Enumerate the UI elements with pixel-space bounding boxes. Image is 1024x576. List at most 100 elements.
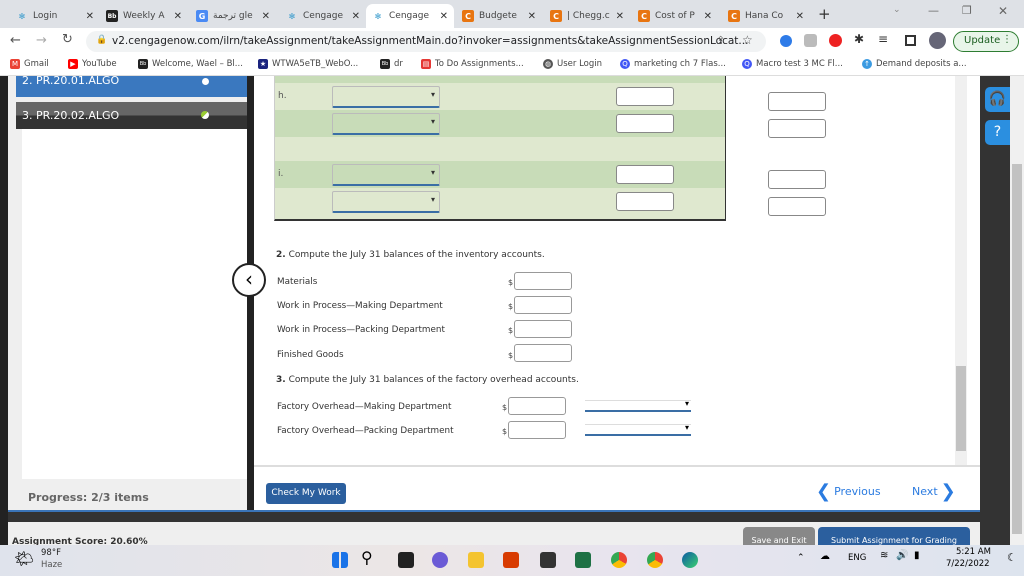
sticky-notes-icon[interactable] <box>540 552 556 568</box>
back-button[interactable]: ← <box>10 33 21 48</box>
fo-packing-balance-dropdown[interactable] <box>585 423 691 436</box>
bookmark-youtube[interactable]: ▶ YouTube <box>68 59 117 69</box>
close-window-button[interactable]: ✕ <box>998 4 1008 18</box>
help-question-icon[interactable]: ? <box>985 120 1010 145</box>
check-my-work-button[interactable]: Check My Work <box>266 483 346 504</box>
next-button[interactable]: Next ❯ <box>912 481 956 502</box>
chrome-icon[interactable] <box>611 552 627 568</box>
language-indicator[interactable]: ENG <box>848 553 866 563</box>
avatar[interactable] <box>929 32 946 49</box>
support-headset-icon[interactable]: 🎧 <box>985 87 1010 112</box>
bookmark-user-login[interactable]: ◍ User Login <box>543 59 602 69</box>
menu-dots-icon[interactable]: ⋮ <box>1002 34 1012 45</box>
wip-making-input[interactable] <box>514 296 572 314</box>
credit-input[interactable] <box>768 170 826 189</box>
close-tab-icon[interactable]: ✕ <box>528 11 536 22</box>
tab-cengage[interactable]: ✻ Cengage ✕ <box>280 4 366 28</box>
bookmark-demand[interactable]: ↑ Demand deposits a... <box>862 59 967 69</box>
forward-button[interactable]: → <box>36 33 47 48</box>
close-tab-icon[interactable]: ✕ <box>174 11 182 22</box>
close-tab-icon[interactable]: ✕ <box>616 11 624 22</box>
bookmark-gmail[interactable]: M Gmail <box>10 59 49 69</box>
extensions-puzzle-icon[interactable]: ✱ <box>854 32 864 46</box>
battery-icon[interactable]: ▮ <box>914 550 920 561</box>
tab-budgeted[interactable]: C Budgete ✕ <box>456 4 542 28</box>
credit-input[interactable] <box>768 197 826 216</box>
debit-input[interactable] <box>616 192 674 211</box>
close-tab-icon[interactable]: ✕ <box>440 11 448 22</box>
bookmark-wtwa[interactable]: ★ WTWA5eTB_WebO... <box>258 59 358 69</box>
task-view-icon[interactable] <box>398 552 414 568</box>
finished-goods-input[interactable] <box>514 344 572 362</box>
new-tab-button[interactable]: + <box>818 5 831 23</box>
close-tab-icon[interactable]: ✕ <box>352 11 360 22</box>
collapse-sidebar-button[interactable]: ‹ <box>232 263 266 297</box>
close-tab-icon[interactable]: ✕ <box>262 11 270 22</box>
share-icon[interactable]: ⇪ <box>716 34 725 47</box>
bookmark-dr[interactable]: Bb dr <box>380 59 403 69</box>
update-button[interactable]: Update ⋮ <box>953 31 1019 52</box>
file-explorer-icon[interactable] <box>468 552 484 568</box>
close-tab-icon[interactable]: ✕ <box>796 11 804 22</box>
clock-time[interactable]: 5:21 AM <box>956 547 991 557</box>
bookmark-blackboard[interactable]: Bb Welcome, Wael – Bl... <box>138 59 243 69</box>
close-tab-icon[interactable]: ✕ <box>86 11 94 22</box>
clock-date[interactable]: 7/22/2022 <box>946 559 990 569</box>
edge-icon[interactable] <box>682 552 698 568</box>
tab-translate[interactable]: G ترجمة gle ✕ <box>190 4 276 28</box>
teams-chat-icon[interactable] <box>432 552 448 568</box>
credit-input[interactable] <box>768 92 826 111</box>
show-hidden-icons[interactable]: ⌃ <box>797 553 805 563</box>
credit-input[interactable] <box>768 119 826 138</box>
extension-icon[interactable] <box>804 34 817 47</box>
restore-button[interactable]: ❐ <box>962 4 972 17</box>
bookmark-macro[interactable]: Q Macro test 3 MC Fl... <box>742 59 843 69</box>
chrome-profile-icon[interactable] <box>647 552 663 568</box>
debit-input[interactable] <box>616 165 674 184</box>
debit-input[interactable] <box>616 114 674 133</box>
account-dropdown[interactable] <box>332 113 440 135</box>
focus-assist-icon[interactable]: ☾ <box>1007 551 1017 564</box>
submit-assignment-button[interactable]: Submit Assignment for Grading <box>818 527 970 545</box>
tab-search-icon[interactable]: ⌄ <box>893 5 901 15</box>
page-scrollbar[interactable] <box>1010 76 1024 545</box>
address-bar[interactable]: 🔒 v2.cengagenow.com/ilrn/takeAssignment/… <box>86 31 766 52</box>
account-dropdown[interactable] <box>332 86 440 108</box>
account-dropdown[interactable] <box>332 191 440 213</box>
close-tab-icon[interactable]: ✕ <box>704 11 712 22</box>
wip-packing-input[interactable] <box>514 320 572 338</box>
fo-making-balance-dropdown[interactable] <box>585 399 691 412</box>
tab-hana[interactable]: C Hana Co ✕ <box>722 4 810 28</box>
volume-icon[interactable]: 🔊 <box>896 550 908 561</box>
extension-check-icon[interactable] <box>780 35 792 47</box>
minimize-button[interactable]: — <box>928 4 939 17</box>
wifi-icon[interactable]: ≋ <box>880 550 888 561</box>
reload-button[interactable]: ↻ <box>62 32 73 47</box>
page-scrollbar-thumb[interactable] <box>1012 164 1022 534</box>
scrollbar-thumb[interactable] <box>956 366 966 451</box>
onedrive-icon[interactable]: ☁ <box>820 551 830 562</box>
weather-icon[interactable]: 🌤 <box>14 549 34 568</box>
sidebar-item-pr-20-02[interactable]: 3. PR.20.02.ALGO <box>16 102 247 129</box>
tab-cost[interactable]: C Cost of P ✕ <box>632 4 718 28</box>
content-scrollbar[interactable] <box>955 76 967 465</box>
fo-making-input[interactable] <box>508 397 566 415</box>
sidebar-item-pr-20-01[interactable]: 2. PR.20.01.ALGO <box>16 76 247 97</box>
media-icon[interactable]: ≡ <box>878 32 888 46</box>
bookmark-todo[interactable]: ▤ To Do Assignments... <box>421 59 524 69</box>
tab-login[interactable]: ✻ Login ✕ <box>10 4 100 28</box>
excel-icon[interactable] <box>575 552 591 568</box>
account-dropdown[interactable] <box>332 164 440 186</box>
office-icon[interactable] <box>503 552 519 568</box>
debit-input[interactable] <box>616 87 674 106</box>
materials-input[interactable] <box>514 272 572 290</box>
bookmark-star-icon[interactable]: ☆ <box>742 33 753 47</box>
save-and-exit-button[interactable]: Save and Exit <box>743 527 815 545</box>
tab-weekly[interactable]: Bb Weekly A ✕ <box>100 4 188 28</box>
fo-packing-input[interactable] <box>508 421 566 439</box>
tab-cengage-active[interactable]: ✻ Cengage ✕ <box>366 4 454 28</box>
windows-start-icon[interactable] <box>332 552 348 568</box>
tab-chegg[interactable]: C | Chegg.c ✕ <box>544 4 630 28</box>
bookmark-marketing[interactable]: Qmarketing ch 7 Flas... <box>620 59 726 69</box>
adblock-icon[interactable] <box>829 34 842 47</box>
